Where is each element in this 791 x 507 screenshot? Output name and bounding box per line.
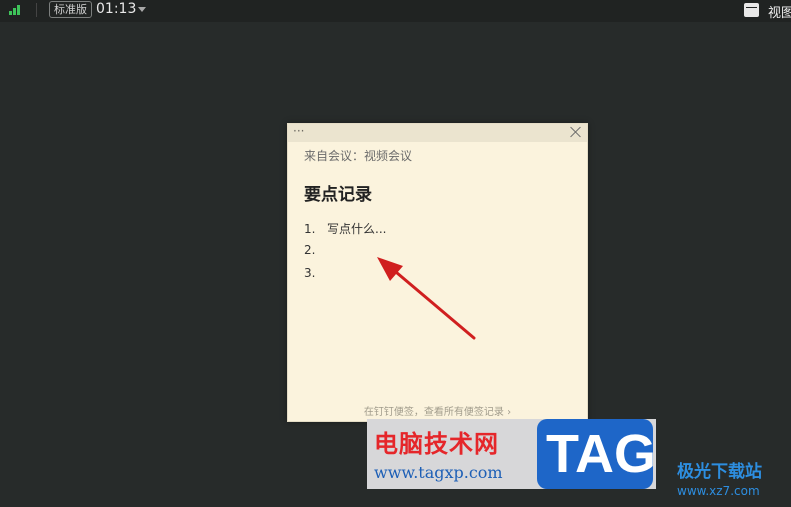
chevron-down-icon[interactable] xyxy=(138,7,146,12)
list-item[interactable]: 3. xyxy=(304,266,386,289)
close-icon[interactable] xyxy=(570,126,581,137)
list-item[interactable]: 2. xyxy=(304,243,386,266)
watermark-tag-text: TAG xyxy=(546,424,656,484)
watermark-site-url: www.tagxp.com xyxy=(374,463,503,482)
watermark-tag-logo: TAG xyxy=(537,419,656,489)
view-label: 视图 xyxy=(768,6,791,21)
list-number: 1. xyxy=(304,222,316,236)
meeting-timer: 01:13 xyxy=(96,1,137,17)
more-icon[interactable]: ··· xyxy=(293,124,304,138)
list-text[interactable]: 写点什么... xyxy=(327,222,386,236)
note-heading[interactable]: 要点记录 xyxy=(304,180,372,205)
edition-badge: 标准版 xyxy=(49,1,92,18)
note-source: 来自会议：视频会议 xyxy=(304,149,413,163)
note-list[interactable]: 1. 写点什么... 2. 3. xyxy=(304,220,386,289)
list-number: 3. xyxy=(304,266,316,280)
signal-bars-icon xyxy=(9,5,23,15)
view-button[interactable]: 视图 xyxy=(743,0,791,21)
top-bar: 标准版 01:13 视图 xyxy=(0,0,791,22)
note-title-bar[interactable]: ··· xyxy=(288,124,587,142)
watermark-brand-url: www.xz7.com xyxy=(677,484,760,498)
sticky-note-window: ··· 来自会议：视频会议 要点记录 1. 写点什么... 2. 3. 在钉钉便签… xyxy=(287,123,588,422)
divider xyxy=(36,3,37,17)
calendar-icon xyxy=(744,3,759,17)
watermark-brand: 极光下载站 xyxy=(677,462,762,482)
list-number: 2. xyxy=(304,243,316,257)
list-item[interactable]: 1. 写点什么... xyxy=(304,220,386,243)
view-all-notes-link[interactable]: 在钉钉便签，查看所有便签记录 › xyxy=(288,403,587,418)
watermark-site-name: 电脑技术网 xyxy=(374,429,499,458)
